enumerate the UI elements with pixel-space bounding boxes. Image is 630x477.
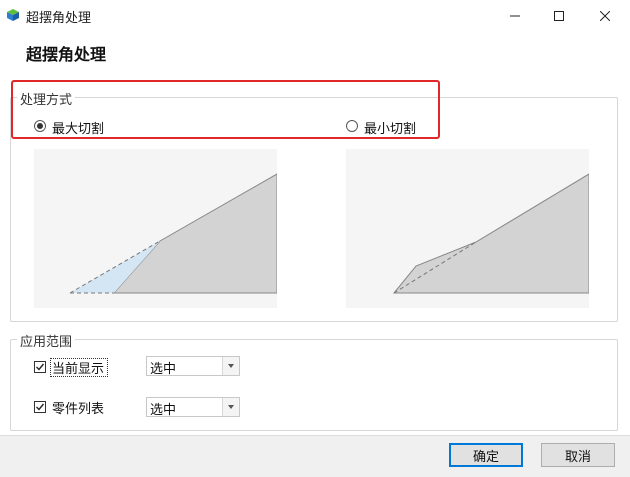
part-list-checkbox[interactable] xyxy=(34,401,46,413)
close-icon xyxy=(600,10,610,21)
current-display-select-value: 选中 xyxy=(150,362,177,377)
page-title: 超摆角处理 xyxy=(26,45,107,64)
dialog-footer: 确定 取消 xyxy=(0,435,630,477)
dropdown-arrow[interactable] xyxy=(222,398,239,416)
check-icon xyxy=(36,363,45,371)
part-list-label[interactable]: 零件列表 xyxy=(52,398,104,417)
max-cut-preview xyxy=(34,149,278,308)
caret-down-icon xyxy=(228,364,234,368)
max-cut-diagram xyxy=(69,173,278,294)
current-display-label[interactable]: 当前显示 xyxy=(52,358,104,377)
part-list-select[interactable]: 选中 xyxy=(146,397,240,418)
ok-button[interactable]: 确定 xyxy=(449,443,523,467)
min-cut-diagram xyxy=(392,173,590,294)
title-bar: 超摆角处理 xyxy=(0,0,630,31)
window-title: 超摆角处理 xyxy=(26,11,92,26)
dropdown-arrow[interactable] xyxy=(222,357,239,375)
maximize-button[interactable] xyxy=(536,0,582,31)
current-display-select[interactable]: 选中 xyxy=(146,356,240,377)
current-display-checkbox[interactable] xyxy=(34,361,46,373)
dialog-window: 超摆角处理 超摆角处理 处理方式 最大切割 最小切割 应用范围 当前显示 选中 … xyxy=(0,0,630,477)
close-button[interactable] xyxy=(582,0,628,31)
min-cut-preview xyxy=(346,149,590,308)
part-list-select-value: 选中 xyxy=(150,403,177,418)
minimize-button[interactable] xyxy=(492,0,538,31)
app-cube-icon xyxy=(7,9,19,21)
dialog-header: 超摆角处理 xyxy=(0,31,630,77)
apply-scope-group xyxy=(10,339,618,431)
minimize-icon xyxy=(510,15,520,16)
cancel-button[interactable]: 取消 xyxy=(541,443,615,467)
check-icon xyxy=(36,403,45,411)
highlight-annotation xyxy=(11,80,440,139)
maximize-icon xyxy=(554,10,564,21)
apply-scope-label: 应用范围 xyxy=(17,331,76,350)
caret-down-icon xyxy=(228,405,234,409)
